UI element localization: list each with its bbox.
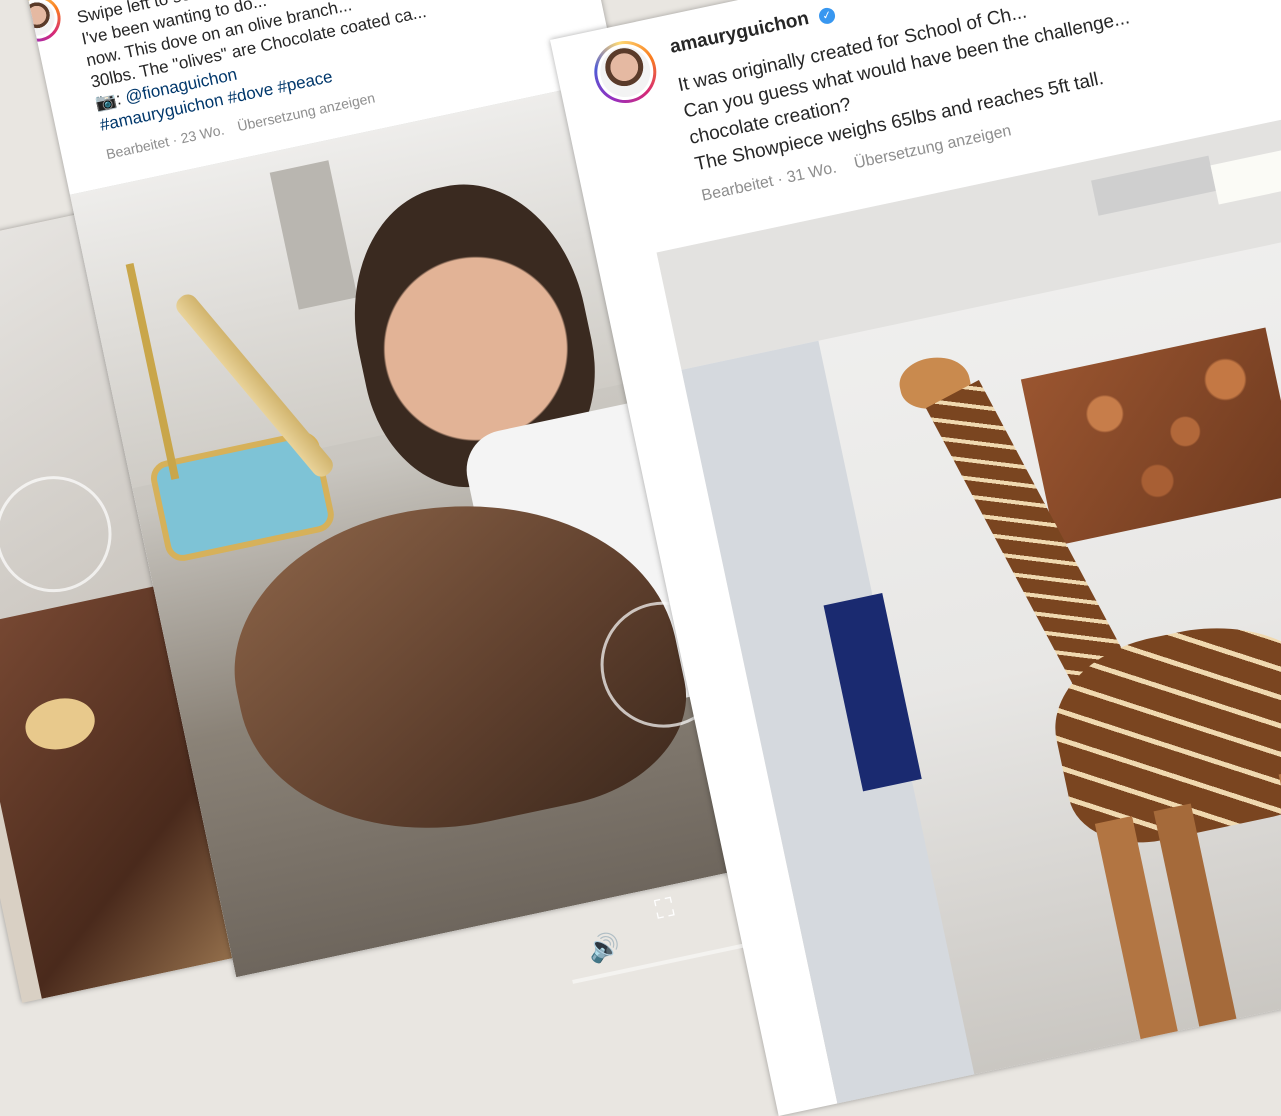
- verified-badge-icon: ✓: [817, 6, 837, 26]
- post-video[interactable]: [656, 94, 1281, 1114]
- volume-icon[interactable]: 🔊: [585, 930, 623, 967]
- avatar[interactable]: [588, 35, 663, 109]
- avatar[interactable]: [20, 0, 65, 46]
- fullscreen-icon[interactable]: ⛶: [652, 892, 676, 927]
- more-options-icon[interactable]: ⋮: [723, 859, 755, 895]
